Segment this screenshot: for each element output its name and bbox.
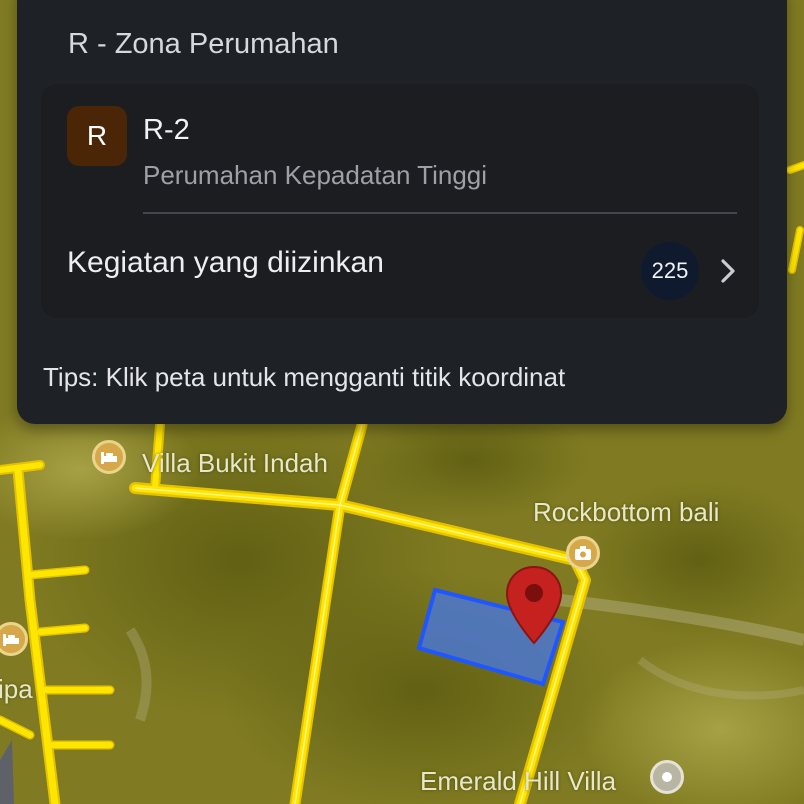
zone-badge: R (67, 106, 127, 166)
allowed-activities-label: Kegiatan yang diizinkan (67, 246, 384, 279)
zone-info-card: R - Zona Perumahan R R-2 Perumahan Kepad… (17, 0, 787, 424)
divider (143, 212, 737, 214)
zone-detail-panel: R R-2 Perumahan Kepadatan Tinggi Kegiata… (41, 84, 759, 318)
app-root: Villa Bukit Indah Rockbottom bali Emeral… (0, 0, 804, 804)
zone-description: Perumahan Kepadatan Tinggi (143, 160, 488, 190)
tips-text: Tips: Klik peta untuk mengganti titik ko… (43, 362, 566, 392)
map-label-villa: Villa Bukit Indah (142, 448, 328, 478)
allowed-activities-count-badge: 225 (641, 242, 699, 300)
chevron-right-icon[interactable] (713, 256, 743, 286)
hotel-icon[interactable] (92, 440, 126, 474)
zone-title: R - Zona Perumahan (68, 28, 339, 60)
zone-code: R-2 (143, 114, 190, 146)
camera-icon[interactable] (566, 536, 600, 570)
map-label-emerald: Emerald Hill Villa (420, 766, 617, 796)
landmark-icon[interactable] (650, 760, 684, 794)
map-label-partial: ipa (0, 674, 33, 704)
map-label-rockbottom: Rockbottom bali (533, 497, 720, 527)
allowed-activities-row[interactable]: Kegiatan yang diizinkan 225 (41, 216, 759, 306)
map-pin-icon[interactable] (505, 565, 563, 645)
